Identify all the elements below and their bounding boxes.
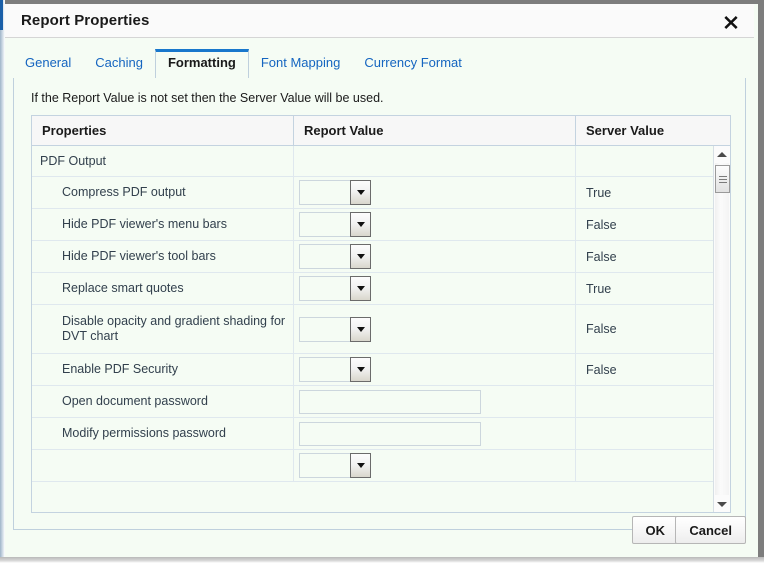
report-value-cell xyxy=(294,354,576,385)
formatting-panel: If the Report Value is not set then the … xyxy=(13,78,746,530)
report-value-cell xyxy=(294,241,576,272)
table-row xyxy=(32,450,730,482)
property-label-cell: Hide PDF viewer's menu bars xyxy=(32,209,294,240)
property-label-cell: Compress PDF output xyxy=(32,177,294,208)
server-value-cell xyxy=(576,386,714,417)
tab-caching[interactable]: Caching xyxy=(83,50,155,78)
property-label-cell: Disable opacity and gradient shading for… xyxy=(32,305,294,353)
server-value-cell: False xyxy=(576,305,714,353)
report-value-dropdown[interactable] xyxy=(299,453,371,478)
report-value-dropdown[interactable] xyxy=(299,212,371,237)
report-value-cell xyxy=(294,305,576,353)
report-value-cell xyxy=(294,146,576,176)
properties-table: Properties Report Value Server Value PDF… xyxy=(31,115,731,513)
property-label: Hide PDF viewer's menu bars xyxy=(62,217,227,232)
column-header-server-value: Server Value xyxy=(576,116,729,145)
report-value-cell xyxy=(294,209,576,240)
table-row: Replace smart quotes True xyxy=(32,273,730,305)
table-body: PDF OutputCompress PDF outputTrueHide PD… xyxy=(32,146,730,512)
property-label: PDF Output xyxy=(40,154,106,169)
property-label-cell: Open document password xyxy=(32,386,294,417)
chevron-down-icon[interactable] xyxy=(350,357,371,382)
table-row: Hide PDF viewer's menu bars False xyxy=(32,209,730,241)
report-value-dropdown[interactable] xyxy=(299,317,371,342)
tab-formatting[interactable]: Formatting xyxy=(155,49,249,79)
property-label-cell: Hide PDF viewer's tool bars xyxy=(32,241,294,272)
column-header-report-value: Report Value xyxy=(294,116,576,145)
server-value-cell: False xyxy=(576,209,714,240)
property-label: Replace smart quotes xyxy=(62,281,184,296)
report-value-dropdown[interactable] xyxy=(299,357,371,382)
chevron-down-icon[interactable] xyxy=(350,453,371,478)
dialog-body: GeneralCachingFormattingFont MappingCurr… xyxy=(5,38,754,557)
cancel-button[interactable]: Cancel xyxy=(675,516,746,544)
report-value-text-input[interactable] xyxy=(299,390,481,414)
table-row: Disable opacity and gradient shading for… xyxy=(32,305,730,354)
property-label: Disable opacity and gradient shading for… xyxy=(62,314,293,344)
property-label: Modify permissions password xyxy=(62,426,226,441)
chevron-down-icon[interactable] xyxy=(350,180,371,205)
table-row: Modify permissions password xyxy=(32,418,730,450)
column-header-properties: Properties xyxy=(32,116,294,145)
server-value-cell xyxy=(576,450,714,481)
scrollbar-thumb[interactable] xyxy=(715,165,730,193)
report-value-cell xyxy=(294,450,576,481)
report-value-dropdown[interactable] xyxy=(299,180,371,205)
table-row: PDF Output xyxy=(32,146,730,177)
close-icon[interactable] xyxy=(718,9,744,35)
table-row: Open document password xyxy=(32,386,730,418)
report-value-cell xyxy=(294,273,576,304)
report-value-cell xyxy=(294,418,576,449)
server-value-cell: True xyxy=(576,177,714,208)
dialog-title: Report Properties xyxy=(21,12,149,29)
window-bottom-edge xyxy=(0,557,764,563)
tab-bar: GeneralCachingFormattingFont MappingCurr… xyxy=(13,47,746,79)
panel-hint: If the Report Value is not set then the … xyxy=(31,91,384,105)
screenshot-root: Report Properties GeneralCachingFormatti… xyxy=(0,0,764,563)
server-value-cell: False xyxy=(576,354,714,385)
property-label: Hide PDF viewer's tool bars xyxy=(62,249,216,264)
report-value-text-input[interactable] xyxy=(299,422,481,446)
property-label-cell: Replace smart quotes xyxy=(32,273,294,304)
property-label-cell xyxy=(32,450,294,481)
server-value-cell xyxy=(576,146,714,176)
table-header-row: Properties Report Value Server Value xyxy=(32,116,730,146)
table-row: Enable PDF Security False xyxy=(32,354,730,386)
tab-general[interactable]: General xyxy=(13,50,83,78)
table-vertical-scrollbar[interactable] xyxy=(713,146,730,512)
property-label-cell: PDF Output xyxy=(32,146,294,176)
property-label-cell: Modify permissions password xyxy=(32,418,294,449)
report-value-cell xyxy=(294,177,576,208)
window-left-accent xyxy=(0,0,3,30)
chevron-down-icon[interactable] xyxy=(350,212,371,237)
property-label: Compress PDF output xyxy=(62,185,186,200)
window-right-edge xyxy=(758,0,764,557)
report-value-dropdown[interactable] xyxy=(299,276,371,301)
scroll-down-arrow-icon[interactable] xyxy=(714,496,730,512)
property-label: Enable PDF Security xyxy=(62,362,178,377)
table-row: Compress PDF output True xyxy=(32,177,730,209)
dialog-footer: OK Cancel xyxy=(13,511,746,547)
chevron-down-icon[interactable] xyxy=(350,317,371,342)
table-row: Hide PDF viewer's tool bars False xyxy=(32,241,730,273)
report-properties-dialog: Report Properties GeneralCachingFormatti… xyxy=(0,0,764,563)
server-value-cell xyxy=(576,418,714,449)
dialog-titlebar: Report Properties xyxy=(5,4,754,38)
tab-font-mapping[interactable]: Font Mapping xyxy=(249,50,353,78)
report-value-cell xyxy=(294,386,576,417)
server-value-cell: False xyxy=(576,241,714,272)
scroll-up-arrow-icon[interactable] xyxy=(714,146,730,162)
tab-currency-format[interactable]: Currency Format xyxy=(352,50,474,78)
chevron-down-icon[interactable] xyxy=(350,244,371,269)
report-value-dropdown[interactable] xyxy=(299,244,371,269)
server-value-cell: True xyxy=(576,273,714,304)
chevron-down-icon[interactable] xyxy=(350,276,371,301)
scrollbar-track[interactable] xyxy=(715,163,729,495)
property-label-cell: Enable PDF Security xyxy=(32,354,294,385)
property-label: Open document password xyxy=(62,394,208,409)
ok-button[interactable]: OK xyxy=(632,516,680,544)
